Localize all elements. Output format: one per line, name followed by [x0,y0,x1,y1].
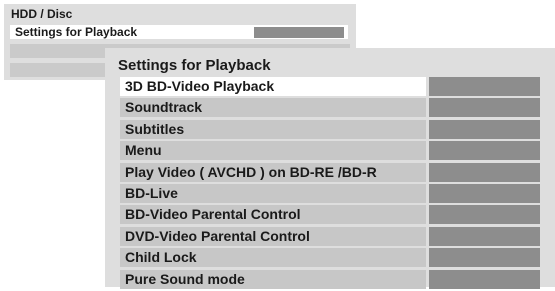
menu-item-value-box [429,119,540,139]
submenu-title: Settings for Playback [118,57,271,74]
menu-item-bd-live[interactable]: BD-Live [120,183,540,203]
menu-item-label: Child Lock [120,248,426,268]
menu-item-soundtrack[interactable]: Soundtrack [120,98,540,118]
menu-item-subtitles[interactable]: Subtitles [120,119,540,139]
parent-menu-item-label: Settings for Playback [15,25,138,39]
menu-item-value-box [429,77,540,96]
parent-menu-item-value-box [254,27,344,38]
menu-item-label: Play Video ( AVCHD ) on BD-RE /BD-R [120,162,426,182]
menu-item-label: DVD-Video Parental Control [120,226,426,246]
menu-item-3d-bd-video-playback[interactable]: 3D BD-Video Playback [120,77,540,96]
menu-item-value-box [429,226,540,246]
menu-item-label: Menu [120,141,426,161]
menu-item-pure-sound-mode[interactable]: Pure Sound mode [120,269,540,289]
menu-item-dvd-video-parental-control[interactable]: DVD-Video Parental Control [120,226,540,246]
menu-item-bd-video-parental-control[interactable]: BD-Video Parental Control [120,205,540,225]
menu-item-child-lock[interactable]: Child Lock [120,248,540,268]
menu-item-value-box [429,269,540,289]
menu-item-label: BD-Live [120,183,426,203]
menu-item-value-box [429,141,540,161]
menu-item-label: Pure Sound mode [120,269,426,289]
menu-item-play-video-avchd[interactable]: Play Video ( AVCHD ) on BD-RE /BD-R [120,162,540,182]
menu-item-value-box [429,98,540,118]
menu-item-label: BD-Video Parental Control [120,205,426,225]
menu-item-label: Soundtrack [120,98,426,118]
menu-item-value-box [429,183,540,203]
menu-item-label: Subtitles [120,119,426,139]
settings-for-playback-panel: Settings for Playback 3D BD-Video Playba… [105,48,555,289]
menu-item-menu[interactable]: Menu [120,141,540,161]
parent-menu-title: HDD / Disc [11,7,73,21]
menu-item-value-box [429,248,540,268]
menu-item-label: 3D BD-Video Playback [120,77,426,96]
menu-item-value-box [429,205,540,225]
settings-menu-list: 3D BD-Video Playback Soundtrack Subtitle… [120,77,540,291]
menu-item-value-box [429,162,540,182]
parent-menu-item-settings-for-playback[interactable]: Settings for Playback [10,25,348,39]
